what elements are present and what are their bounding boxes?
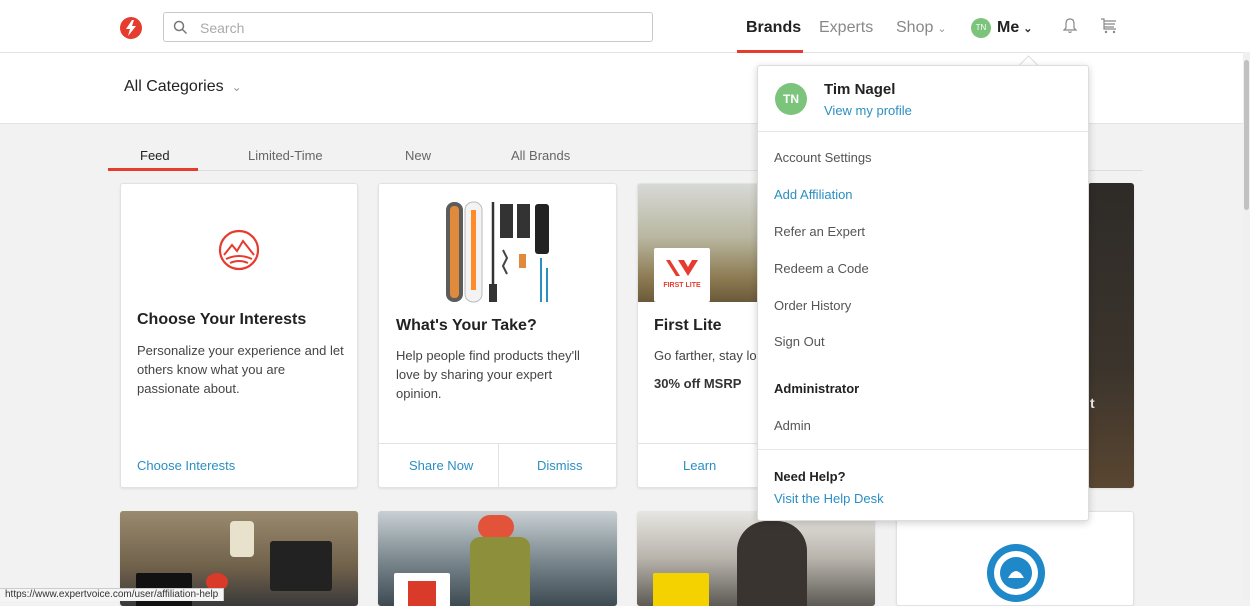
menu-item-add-affiliation[interactable]: Add Affiliation [774,187,853,202]
search-input[interactable] [198,17,642,39]
nav-me[interactable]: Me ⌄ [997,19,1032,37]
card-title-partial: t [1090,395,1095,411]
product-card-brand[interactable] [896,511,1134,606]
scrollbar-thumb[interactable] [1244,60,1249,210]
take-card: What's Your Take? Help people find produ… [378,183,617,488]
active-tab-indicator [108,168,198,171]
nav-brands[interactable]: Brands [746,19,801,37]
first-lite-logo: FIRST LITE [654,248,710,302]
menu-item-sign-out[interactable]: Sign Out [774,334,825,349]
learn-button[interactable]: Learn [683,458,716,473]
logo-icon[interactable] [120,17,142,39]
menu-item-redeem-code[interactable]: Redeem a Code [774,261,869,276]
card-description: Go farther, stay lon [654,348,764,363]
menu-item-order-history[interactable]: Order History [774,298,851,313]
choose-interests-link[interactable]: Choose Interests [137,458,235,473]
mountain-icon [218,229,260,271]
athlete-image [737,521,807,606]
nav-me-label: Me [997,19,1020,36]
search-box[interactable] [163,12,653,42]
help-desk-link[interactable]: Visit the Help Desk [774,491,884,506]
category-dropdown[interactable]: All Categories ⌄ [124,78,242,96]
chevron-down-icon: ⌄ [937,23,947,35]
card-description: Help people find products they'll love b… [396,348,580,401]
nav-experts[interactable]: Experts [819,19,873,37]
dismiss-button[interactable]: Dismiss [537,458,583,473]
search-icon [173,20,188,35]
top-navbar: Brands Experts Shop⌄ TN Me⌄ [0,0,1250,53]
brand-logo-text: FIRST LITE [663,282,701,289]
promo-card-dark[interactable]: t [1088,183,1134,488]
category-label: All Categories [124,78,224,95]
status-bar-url: https://www.expertvoice.com/user/affilia… [0,588,225,601]
menu-item-refer-expert[interactable]: Refer an Expert [774,224,865,239]
menu-divider [758,449,1088,450]
tab-all-brands[interactable]: All Brands [511,148,570,163]
tab-new[interactable]: New [405,148,431,163]
card-title: First Lite [654,317,722,334]
chevron-down-icon: ⌄ [231,80,242,94]
card-description: Personalize your experience and let othe… [137,343,344,396]
cart-icon[interactable] [1100,18,1118,39]
bell-icon[interactable] [1062,18,1078,39]
avatar[interactable]: TN [971,18,991,38]
menu-item-admin[interactable]: Admin [774,418,811,433]
menu-divider [758,131,1088,132]
avatar: TN [775,83,807,115]
nav-shop[interactable]: Shop ⌄ [896,19,947,37]
card-title: What's Your Take? [396,317,537,334]
tab-limited-time[interactable]: Limited-Time [248,148,323,163]
view-profile-link[interactable]: View my profile [824,103,912,118]
lantern-image [230,521,254,557]
tab-feed[interactable]: Feed [140,148,170,163]
product-card-skier[interactable] [378,511,617,606]
paddleboard-image [446,201,549,303]
goggles-image [478,515,514,539]
interests-card: Choose Your Interests Personalize your e… [120,183,358,488]
user-name: Tim Nagel [824,81,896,98]
user-menu-dropdown: TN Tim Nagel View my profile Account Set… [757,65,1089,521]
power-station-image [270,541,332,591]
admin-heading: Administrator [774,381,860,396]
chevron-down-icon: ⌄ [1023,23,1033,35]
share-now-button[interactable]: Share Now [409,458,473,473]
product-card-trx[interactable] [637,511,875,606]
brand-logo-tile [653,573,709,606]
jacket-image [470,537,530,606]
offer-text: 30% off MSRP [654,376,742,391]
brand-logo-tile [394,573,450,606]
brand-emblem-icon [987,544,1045,602]
menu-item-account-settings[interactable]: Account Settings [774,150,872,165]
nav-shop-label: Shop [896,19,934,36]
help-heading: Need Help? [774,469,846,484]
card-title: Choose Your Interests [137,311,307,328]
footer-vertical-divider [498,443,499,487]
